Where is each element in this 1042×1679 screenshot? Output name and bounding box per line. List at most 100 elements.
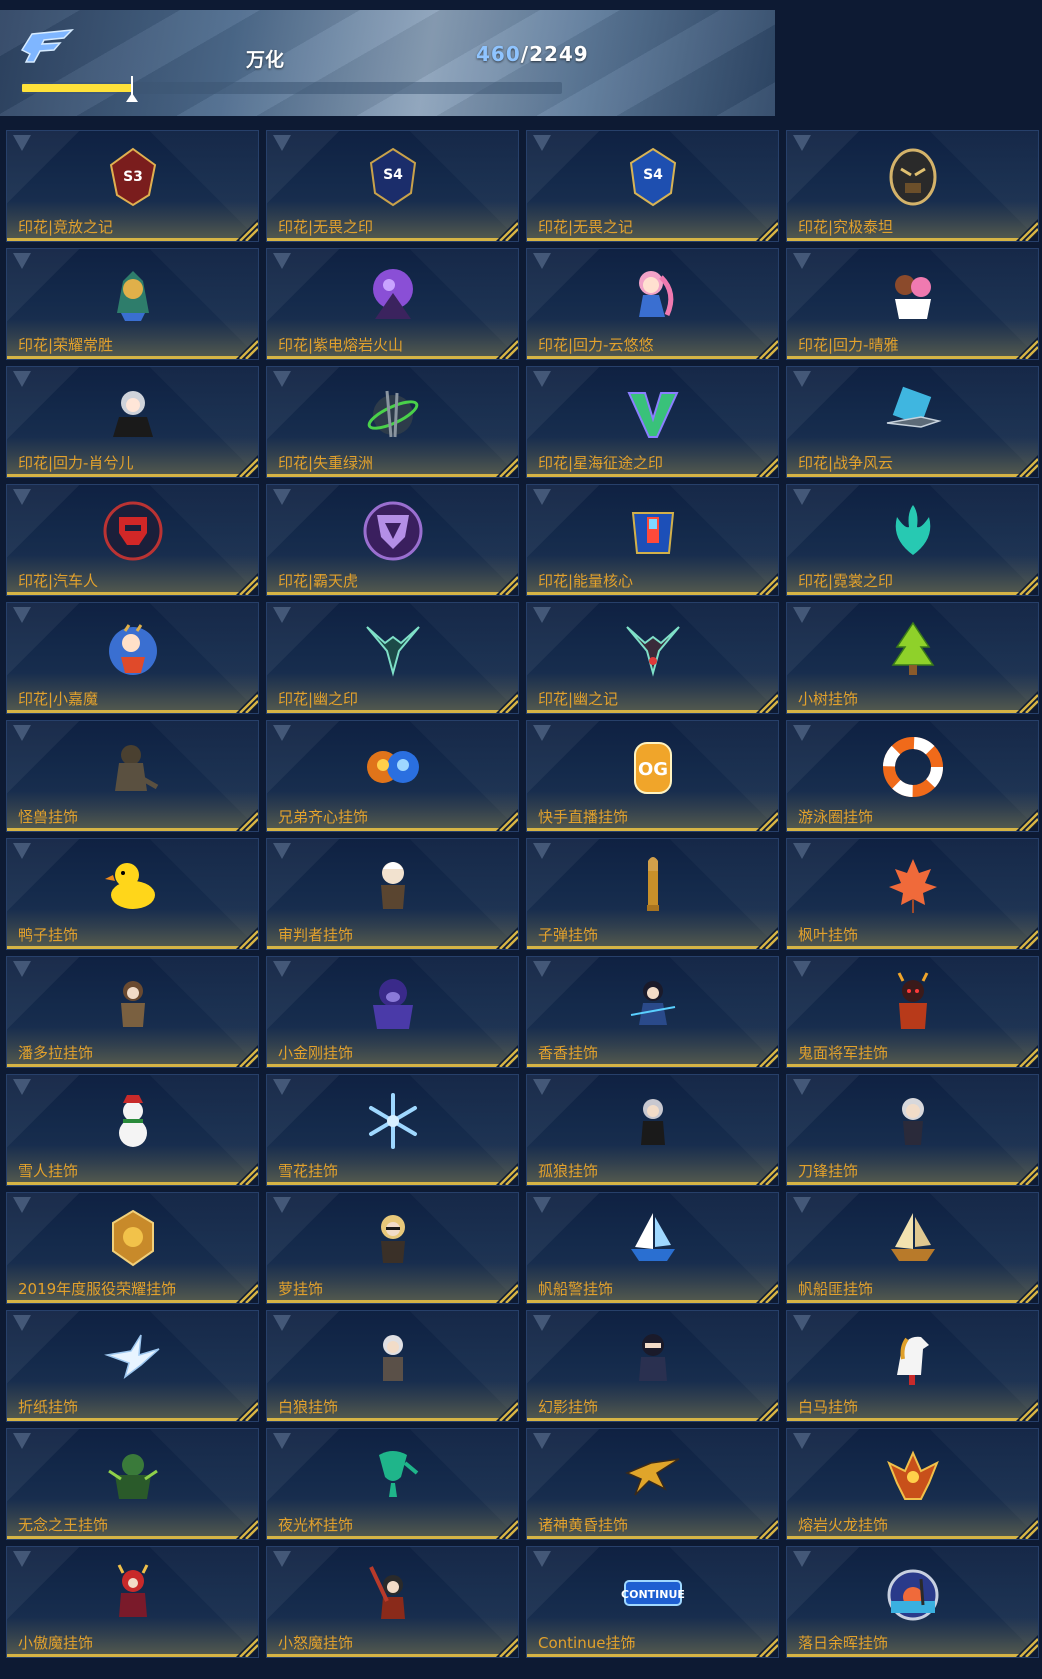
- item-card[interactable]: 印花|究极泰坦: [786, 130, 1039, 242]
- decor-triangle-icon: [793, 1315, 811, 1333]
- item-card[interactable]: 印花|幽之印: [266, 602, 519, 714]
- item-card[interactable]: 帆船警挂饰: [526, 1192, 779, 1304]
- item-card[interactable]: 印花|回力-晴雅: [786, 248, 1039, 360]
- item-card[interactable]: 印花|荣耀常胜: [6, 248, 259, 360]
- item-card[interactable]: 香香挂饰: [526, 956, 779, 1068]
- card-accent-line: [787, 946, 1038, 949]
- cyan-flame-icon: [881, 499, 945, 563]
- item-card[interactable]: OG 快手直播挂饰: [526, 720, 779, 832]
- item-card[interactable]: 子弹挂饰: [526, 838, 779, 950]
- item-card[interactable]: 印花|战争风云: [786, 366, 1039, 478]
- item-card[interactable]: 游泳圈挂饰: [786, 720, 1039, 832]
- item-label: 兄弟齐心挂饰: [278, 808, 369, 826]
- energy-core-icon: [621, 499, 685, 563]
- card-accent-line: [787, 828, 1038, 831]
- decor-triangle-icon: [793, 1433, 811, 1451]
- corner-stripe-icon: [496, 455, 518, 477]
- item-card[interactable]: 枫叶挂饰: [786, 838, 1039, 950]
- item-card[interactable]: S3 印花|竞放之记: [6, 130, 259, 242]
- decor-triangle-icon: [533, 961, 551, 979]
- collection-header: 万化 460/2249: [0, 10, 775, 116]
- corner-stripe-icon: [1016, 1281, 1038, 1303]
- item-card[interactable]: 印花|能量核心: [526, 484, 779, 596]
- corner-stripe-icon: [496, 809, 518, 831]
- corner-stripe-icon: [236, 1281, 258, 1303]
- item-card[interactable]: 潘多拉挂饰: [6, 956, 259, 1068]
- corner-stripe-icon: [236, 691, 258, 713]
- item-card[interactable]: 小怒魔挂饰: [266, 1546, 519, 1658]
- item-card[interactable]: 印花|失重绿洲: [266, 366, 519, 478]
- card-accent-line: [527, 474, 778, 477]
- decor-triangle-icon: [533, 607, 551, 625]
- item-card[interactable]: 幻影挂饰: [526, 1310, 779, 1422]
- cf-logo-icon: [20, 29, 75, 63]
- card-accent-line: [267, 238, 518, 241]
- card-accent-line: [7, 1182, 258, 1185]
- corner-stripe-icon: [756, 573, 778, 595]
- item-card[interactable]: 刀锋挂饰: [786, 1074, 1039, 1186]
- item-card[interactable]: 诸神黄昏挂饰: [526, 1428, 779, 1540]
- item-card[interactable]: 审判者挂饰: [266, 838, 519, 950]
- item-card[interactable]: 印花|回力-云悠悠: [526, 248, 779, 360]
- ghost-wing-icon: [361, 617, 425, 681]
- item-card[interactable]: 印花|星海征途之印: [526, 366, 779, 478]
- item-label: 审判者挂饰: [278, 926, 354, 944]
- decor-triangle-icon: [273, 1079, 291, 1097]
- pirate-ship-icon: [881, 1207, 945, 1271]
- item-card[interactable]: 落日余晖挂饰: [786, 1546, 1039, 1658]
- item-card[interactable]: 白马挂饰: [786, 1310, 1039, 1422]
- item-label: 印花|霓裳之印: [798, 572, 894, 590]
- card-accent-line: [527, 1536, 778, 1539]
- golden-warrior-icon: [101, 263, 165, 327]
- item-card[interactable]: 印花|回力-肖兮儿: [6, 366, 259, 478]
- card-accent-line: [527, 592, 778, 595]
- decor-triangle-icon: [13, 371, 31, 389]
- glow-cup-icon: [361, 1443, 425, 1507]
- judge-icon: [361, 853, 425, 917]
- item-card[interactable]: 鸭子挂饰: [6, 838, 259, 950]
- decor-triangle-icon: [793, 725, 811, 743]
- item-card[interactable]: 小金刚挂饰: [266, 956, 519, 1068]
- item-card[interactable]: 白狼挂饰: [266, 1310, 519, 1422]
- item-label: 小怒魔挂饰: [278, 1634, 354, 1652]
- item-card[interactable]: 印花|汽车人: [6, 484, 259, 596]
- item-card[interactable]: 雪人挂饰: [6, 1074, 259, 1186]
- item-card[interactable]: 2019年度服役荣耀挂饰: [6, 1192, 259, 1304]
- corner-stripe-icon: [1016, 1399, 1038, 1421]
- item-card[interactable]: 鬼面将军挂饰: [786, 956, 1039, 1068]
- ghost-wing-red-icon: [621, 617, 685, 681]
- corner-stripe-icon: [496, 219, 518, 241]
- item-card[interactable]: 兄弟齐心挂饰: [266, 720, 519, 832]
- item-card[interactable]: 怪兽挂饰: [6, 720, 259, 832]
- item-card[interactable]: 雪花挂饰: [266, 1074, 519, 1186]
- card-accent-line: [787, 1536, 1038, 1539]
- item-card[interactable]: S4 印花|无畏之印: [266, 130, 519, 242]
- item-card[interactable]: 印花|幽之记: [526, 602, 779, 714]
- corner-stripe-icon: [1016, 927, 1038, 949]
- item-card[interactable]: 印花|霓裳之印: [786, 484, 1039, 596]
- svg-text:S4: S4: [383, 167, 403, 183]
- item-label: 印花|能量核心: [538, 572, 634, 590]
- item-label: 鬼面将军挂饰: [798, 1044, 889, 1062]
- item-card[interactable]: S4 印花|无畏之记: [526, 130, 779, 242]
- item-card[interactable]: 夜光杯挂饰: [266, 1428, 519, 1540]
- item-card[interactable]: 帆船匪挂饰: [786, 1192, 1039, 1304]
- item-card[interactable]: 小树挂饰: [786, 602, 1039, 714]
- item-card[interactable]: 折纸挂饰: [6, 1310, 259, 1422]
- item-label: 印花|究极泰坦: [798, 218, 894, 236]
- item-card[interactable]: 熔岩火龙挂饰: [786, 1428, 1039, 1540]
- item-card[interactable]: 萝挂饰: [266, 1192, 519, 1304]
- item-card[interactable]: 印花|小嘉魔: [6, 602, 259, 714]
- corner-stripe-icon: [1016, 219, 1038, 241]
- item-label: 落日余晖挂饰: [798, 1634, 889, 1652]
- corner-stripe-icon: [756, 1045, 778, 1067]
- decor-triangle-icon: [13, 1433, 31, 1451]
- item-card[interactable]: 无念之王挂饰: [6, 1428, 259, 1540]
- item-card[interactable]: 印花|霸天虎: [266, 484, 519, 596]
- item-card[interactable]: CONTINUE Continue挂饰: [526, 1546, 779, 1658]
- item-card[interactable]: 印花|紫电熔岩火山: [266, 248, 519, 360]
- green-v-emblem-icon: [621, 381, 685, 445]
- item-card[interactable]: 小傲魔挂饰: [6, 1546, 259, 1658]
- card-accent-line: [267, 1654, 518, 1657]
- item-card[interactable]: 孤狼挂饰: [526, 1074, 779, 1186]
